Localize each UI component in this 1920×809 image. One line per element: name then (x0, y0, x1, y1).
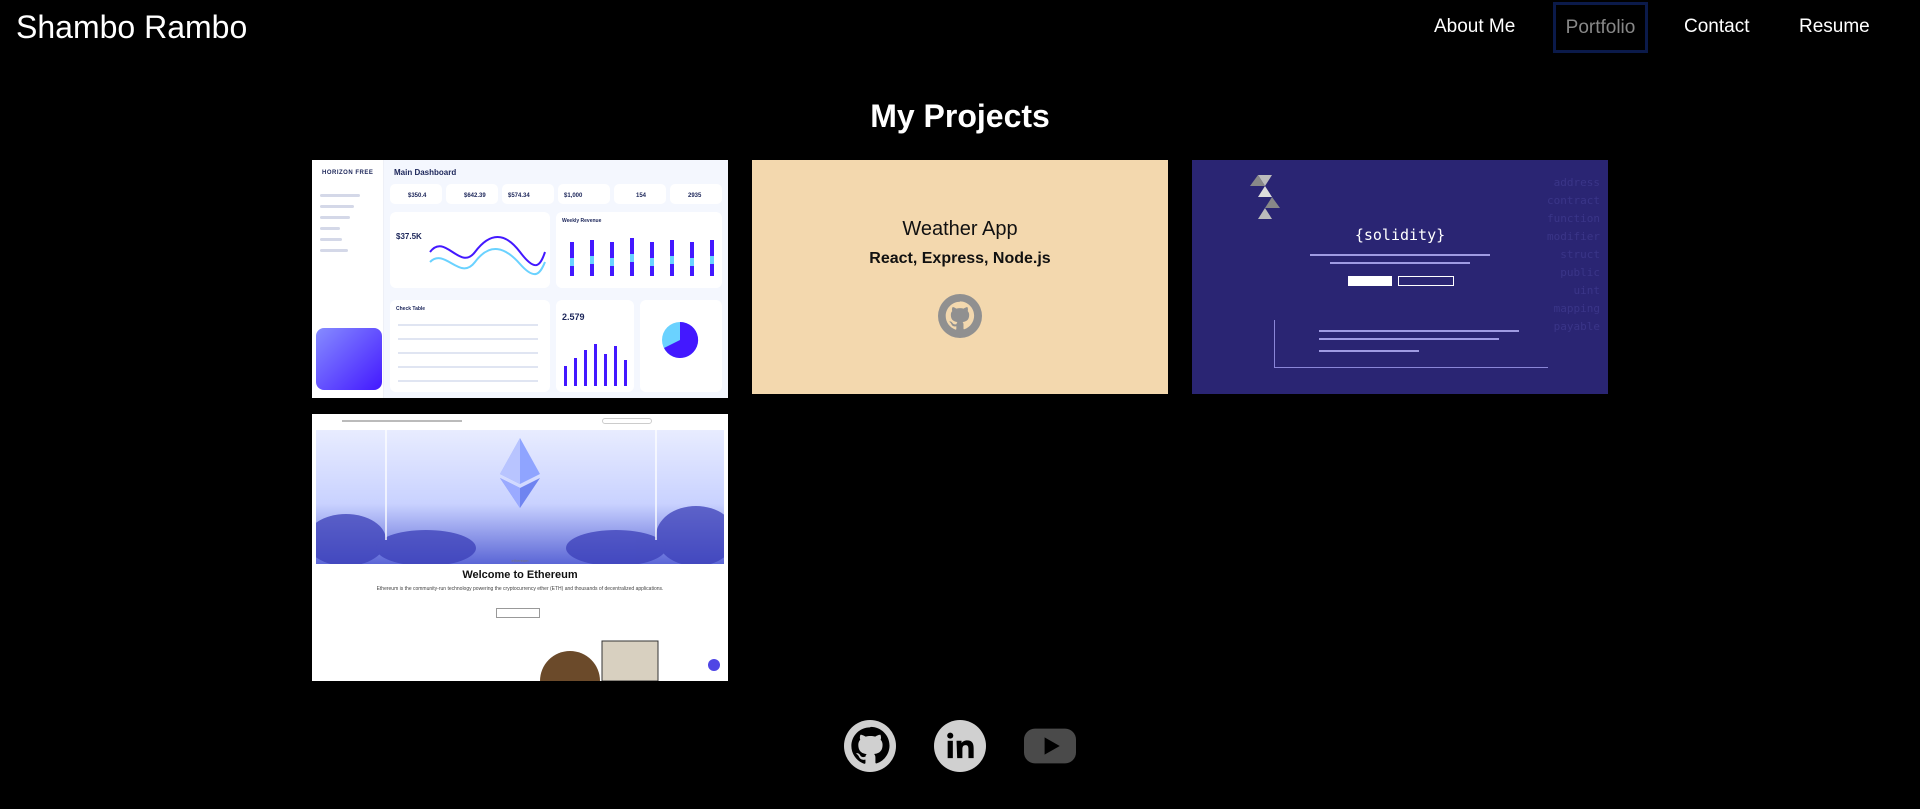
thumb-bar-chart: Weekly Revenue (556, 212, 722, 288)
project-card-ethereum[interactable]: ethereum Welcome to Ethereum Ethereum is… (312, 414, 728, 681)
thumb-hero-image (316, 430, 724, 564)
nav-portfolio[interactable]: Portfolio (1553, 2, 1648, 53)
thumb-nav (312, 414, 728, 428)
thumb-subtitle: Ethereum is the community-run technology… (376, 586, 664, 592)
thumb-line-waves (429, 236, 546, 276)
github-icon[interactable] (938, 294, 982, 338)
thumb-line-chart: $37.5K (390, 212, 550, 288)
thumb-line (320, 216, 350, 219)
thumb-line (320, 249, 348, 252)
thumb-title: {solidity} (1354, 226, 1446, 244)
thumb-traffic: 2.579 (556, 300, 634, 392)
thumb-stat: $642.39 (446, 184, 498, 204)
thumb-text-line (1310, 254, 1490, 256)
thumb-stat: $350.4 (390, 184, 442, 204)
thumb-bars (570, 238, 714, 276)
thumb-button (496, 608, 540, 618)
thumb-logo: HORIZON FREE (322, 170, 374, 176)
project-card-dashboard[interactable]: HORIZON FREE Main Dashboard $350.4 $642.… (312, 160, 728, 398)
thumb-code-words: address contract function modifier struc… (1547, 176, 1600, 333)
thumb-promo-box (316, 328, 382, 390)
thumb-main: Main Dashboard $350.4 $642.39 $574.34 $1… (384, 160, 728, 398)
nav-contact[interactable]: Contact (1684, 13, 1749, 41)
thumb-traffic-bars (564, 344, 627, 386)
thumb-title: Main Dashboard (394, 168, 457, 177)
thumb-stat: $1,000 (558, 184, 610, 204)
nav-resume[interactable]: Resume (1799, 13, 1870, 41)
thumb-info-box (1274, 320, 1548, 368)
thumb-title: Welcome to Ethereum (462, 569, 578, 581)
nav-about-me[interactable]: About Me (1434, 13, 1515, 41)
thumb-pie-chart (662, 321, 699, 358)
thumb-pie (640, 300, 722, 392)
thumb-stat: $574.34 (502, 184, 554, 204)
solidity-logo-icon (1250, 175, 1280, 219)
thumb-button (1398, 276, 1454, 286)
page-title: My Projects (870, 98, 1050, 134)
linkedin-icon[interactable] (934, 720, 986, 772)
thumb-line (320, 227, 340, 230)
thumb-button (1348, 276, 1392, 286)
thumb-illustration (540, 640, 720, 681)
project-title: Weather App (902, 218, 1018, 240)
main-nav: About Me Portfolio Contact Resume (0, 0, 1920, 54)
thumb-stat: 154 (614, 184, 666, 204)
thumb-label: ethereum (511, 558, 529, 563)
thumb-line (320, 238, 342, 241)
project-stack: React, Express, Node.js (869, 250, 1051, 267)
thumb-line (320, 205, 354, 208)
thumb-text-line (1330, 262, 1470, 264)
thumb-stat: 2935 (670, 184, 722, 204)
project-card-solidity[interactable]: address contract function modifier struc… (1192, 160, 1608, 394)
youtube-icon[interactable] (1024, 720, 1076, 772)
thumb-line (320, 194, 360, 197)
thumb-sidebar: HORIZON FREE (312, 160, 384, 398)
project-card-weather-app[interactable]: Weather App React, Express, Node.js (752, 160, 1168, 394)
thumb-hero-plants (316, 430, 724, 564)
thumb-table: Check Table (390, 300, 550, 392)
github-icon[interactable] (844, 720, 896, 772)
